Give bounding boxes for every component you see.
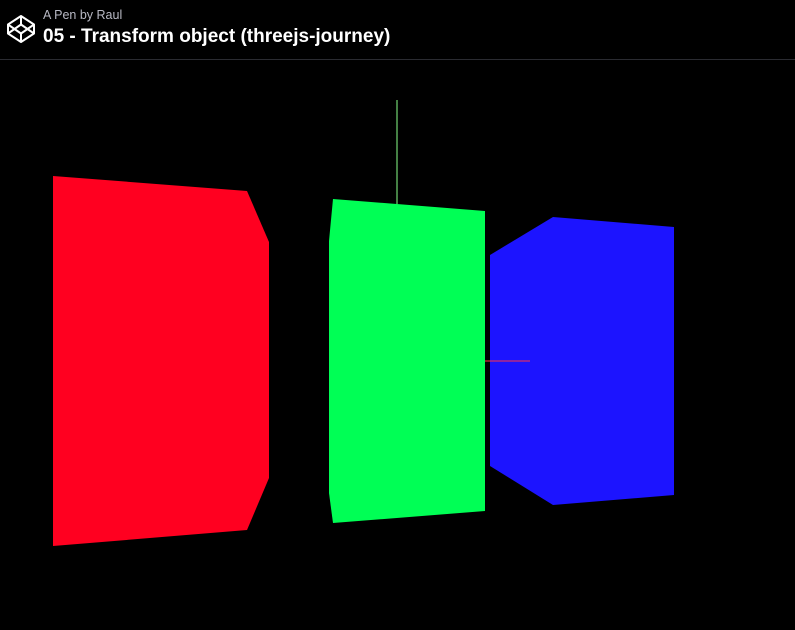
author-link[interactable]: Raul (97, 8, 123, 22)
scene-svg (53, 100, 674, 546)
red-cube (53, 176, 269, 546)
green-cube (329, 199, 485, 523)
pen-title: 05 - Transform object (threejs-journey) (43, 26, 391, 47)
threejs-canvas[interactable] (0, 61, 795, 625)
pen-byline: A Pen by Raul (43, 8, 122, 22)
pen-header: A Pen by Raul 05 - Transform object (thr… (0, 0, 795, 60)
codepen-icon[interactable] (5, 13, 37, 45)
byline-prefix: A Pen by (43, 8, 94, 22)
